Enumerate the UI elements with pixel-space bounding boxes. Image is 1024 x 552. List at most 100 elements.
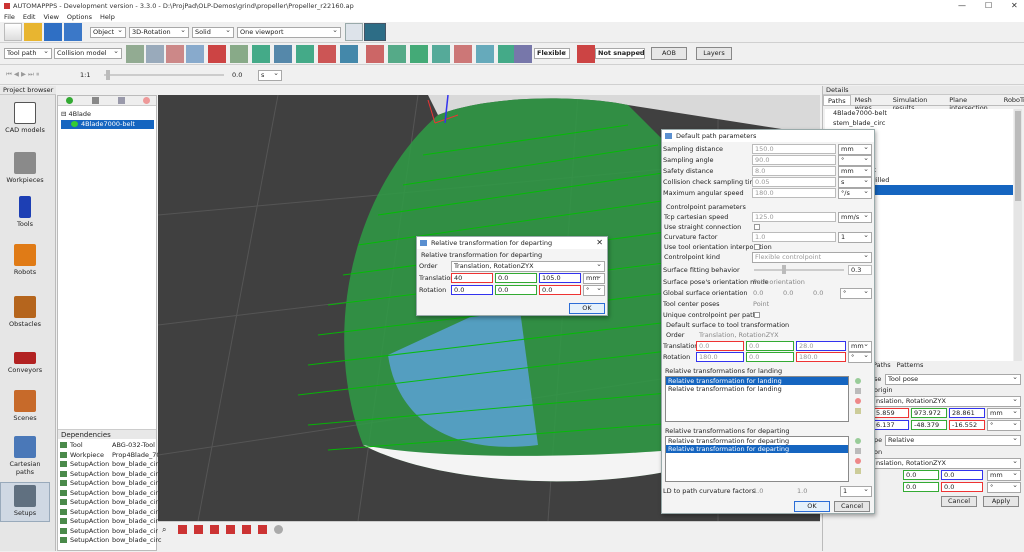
view-front-icon[interactable] [178,525,187,534]
viewport-select[interactable]: One viewport [237,27,341,38]
trim-icon[interactable] [366,45,384,63]
tab-paths[interactable]: Paths [823,95,851,105]
object-select[interactable]: Object [90,27,126,38]
setup-tree-child[interactable]: 4Blade7000-belt [61,119,154,129]
origin-order-select[interactable]: nslation, RotationZYX [873,396,1021,407]
dependency-row[interactable]: SetupAction bow_blade_circ [60,489,161,499]
view-left-icon[interactable] [210,525,219,534]
departing-add-icon[interactable] [855,438,861,444]
dependency-row[interactable]: SetupAction bow_blade_circ [60,508,161,518]
details-cancel-button[interactable]: Cancel [941,496,977,507]
dst-rz[interactable]: 180.0 [796,352,846,362]
landing-add-icon[interactable] [855,378,861,384]
type-select[interactable]: Relative [885,435,1021,446]
delete-setup-icon[interactable] [143,97,150,104]
rtd-ry[interactable]: 0.0 [495,285,537,295]
dependency-row[interactable]: Workpiece Prop4Blade_700 [60,451,165,461]
dpp-param-field[interactable]: 150.0 [752,144,836,154]
unique-cp-checkbox[interactable] [754,312,760,318]
join-icon[interactable] [340,45,358,63]
flexible-select[interactable]: Flexible [534,48,570,59]
sidebar-item-scenes[interactable]: Scenes [0,390,50,422]
dst-rx[interactable]: 180.0 [696,352,744,362]
landing-delete-icon[interactable] [855,398,861,404]
new-icon[interactable] [4,23,22,41]
departing-up-icon[interactable] [855,468,861,474]
orientation-interp-checkbox[interactable] [754,244,760,250]
landing-up-icon[interactable] [855,408,861,414]
cp-kind-select[interactable]: Flexible controlpoint [752,252,872,263]
time-unit-select[interactable]: s [258,70,282,81]
fitting-slider-handle[interactable] [782,265,786,274]
save-icon[interactable] [44,23,62,41]
menu-file[interactable]: File [4,13,15,21]
curvature-unit[interactable]: 1 [838,232,872,243]
origin-ry[interactable]: -48.379 [911,420,947,430]
origin-ty[interactable]: 973.972 [911,408,947,418]
rtd-t-unit[interactable]: mm [583,273,605,284]
tab-mesh-wires[interactable]: Mesh wires [851,95,889,112]
dependency-row[interactable]: SetupAction bow_blade_circ [60,517,161,527]
sidebar-item-robots[interactable]: Robots [0,244,50,276]
render-select[interactable]: Solid [192,27,234,38]
origin-tx[interactable]: 5.859 [873,408,909,418]
ld-curvature-unit[interactable]: 1 [840,486,872,497]
frame-icon[interactable] [230,45,248,63]
rtd-r-unit[interactable]: ° [583,285,605,296]
delete-point-icon[interactable] [454,45,472,63]
dependency-row[interactable]: Tool ABG-032-Tool [60,441,156,451]
dependency-row[interactable]: SetupAction bow_blade_circ [60,479,161,489]
relative-ty[interactable]: 0.0 [903,470,939,480]
maximize-button[interactable]: ☐ [985,1,992,10]
tab-lower-paths[interactable]: Paths [873,361,891,372]
add-setup-icon[interactable] [66,97,73,104]
rtd-ty[interactable]: 0.0 [495,273,537,283]
gso-x[interactable]: 0.0 [752,288,763,298]
menu-edit[interactable]: Edit [23,13,36,21]
dependency-row[interactable]: SetupAction bow_blade_circ [60,498,161,508]
tab-plane-intersection[interactable]: Plane intersection [945,95,1002,112]
sidebar-item-obstacles[interactable]: Obstacles [0,296,50,328]
departing-list[interactable]: Relative transformation for departing Re… [665,436,849,482]
surface-icon[interactable] [296,45,314,63]
pose-select[interactable]: Tool pose [885,374,1021,385]
relative-rz[interactable]: 0.0 [941,482,983,492]
collision-icon[interactable] [126,45,144,63]
view-top-icon[interactable] [242,525,251,534]
smooth-icon[interactable] [476,45,494,63]
time-slider[interactable] [104,74,224,76]
dpp-param-field[interactable]: 90.0 [752,155,836,165]
split-icon[interactable] [318,45,336,63]
curvature-field[interactable]: 1.0 [752,232,836,242]
tcp-speed-field[interactable]: 125.0 [752,212,836,222]
relative-tz[interactable]: 0.0 [941,470,983,480]
paths-tree-item[interactable]: stem_blade_circ [833,119,1013,129]
paths-scrollbar[interactable] [1014,109,1022,361]
dst-tx[interactable]: 0.0 [696,341,744,351]
cube-icon[interactable] [274,45,292,63]
copy-setup-icon[interactable] [118,97,125,104]
single-view-icon[interactable] [364,23,386,41]
dpp-param-unit[interactable]: ° [838,155,872,166]
origin-r-unit[interactable]: ° [987,420,1021,431]
minimize-button[interactable]: — [958,1,966,10]
snap-select[interactable]: Not snapped [595,48,645,59]
landing-item-2[interactable]: Relative transformation for landing [666,385,848,393]
gso-z[interactable]: 0.0 [812,288,823,298]
close-button[interactable]: ✕ [1011,1,1018,10]
setup-tree-root[interactable]: ⊟ 4Blade [61,110,156,120]
details-apply-button[interactable]: Apply [983,496,1019,507]
dpp-ok-button[interactable]: OK [794,501,830,512]
collision-select[interactable]: Collision model [54,48,122,59]
layers-button[interactable]: Layers [696,47,732,60]
gso-unit[interactable]: ° [840,288,872,299]
view-right-icon[interactable] [226,525,235,534]
dependency-row[interactable]: SetupAction bow_blade_circ [60,470,161,480]
landing-item-1[interactable]: Relative transformation for landing [666,377,848,385]
relative-order-select[interactable]: nslation, RotationZYX [873,458,1021,469]
graph-icon[interactable] [514,45,532,63]
rtd-rz[interactable]: 0.0 [539,285,581,295]
sidebar-item-workpieces[interactable]: Workpieces [0,152,50,184]
open-folder-icon[interactable] [24,23,42,41]
dpp-param-unit[interactable]: mm [838,166,872,177]
